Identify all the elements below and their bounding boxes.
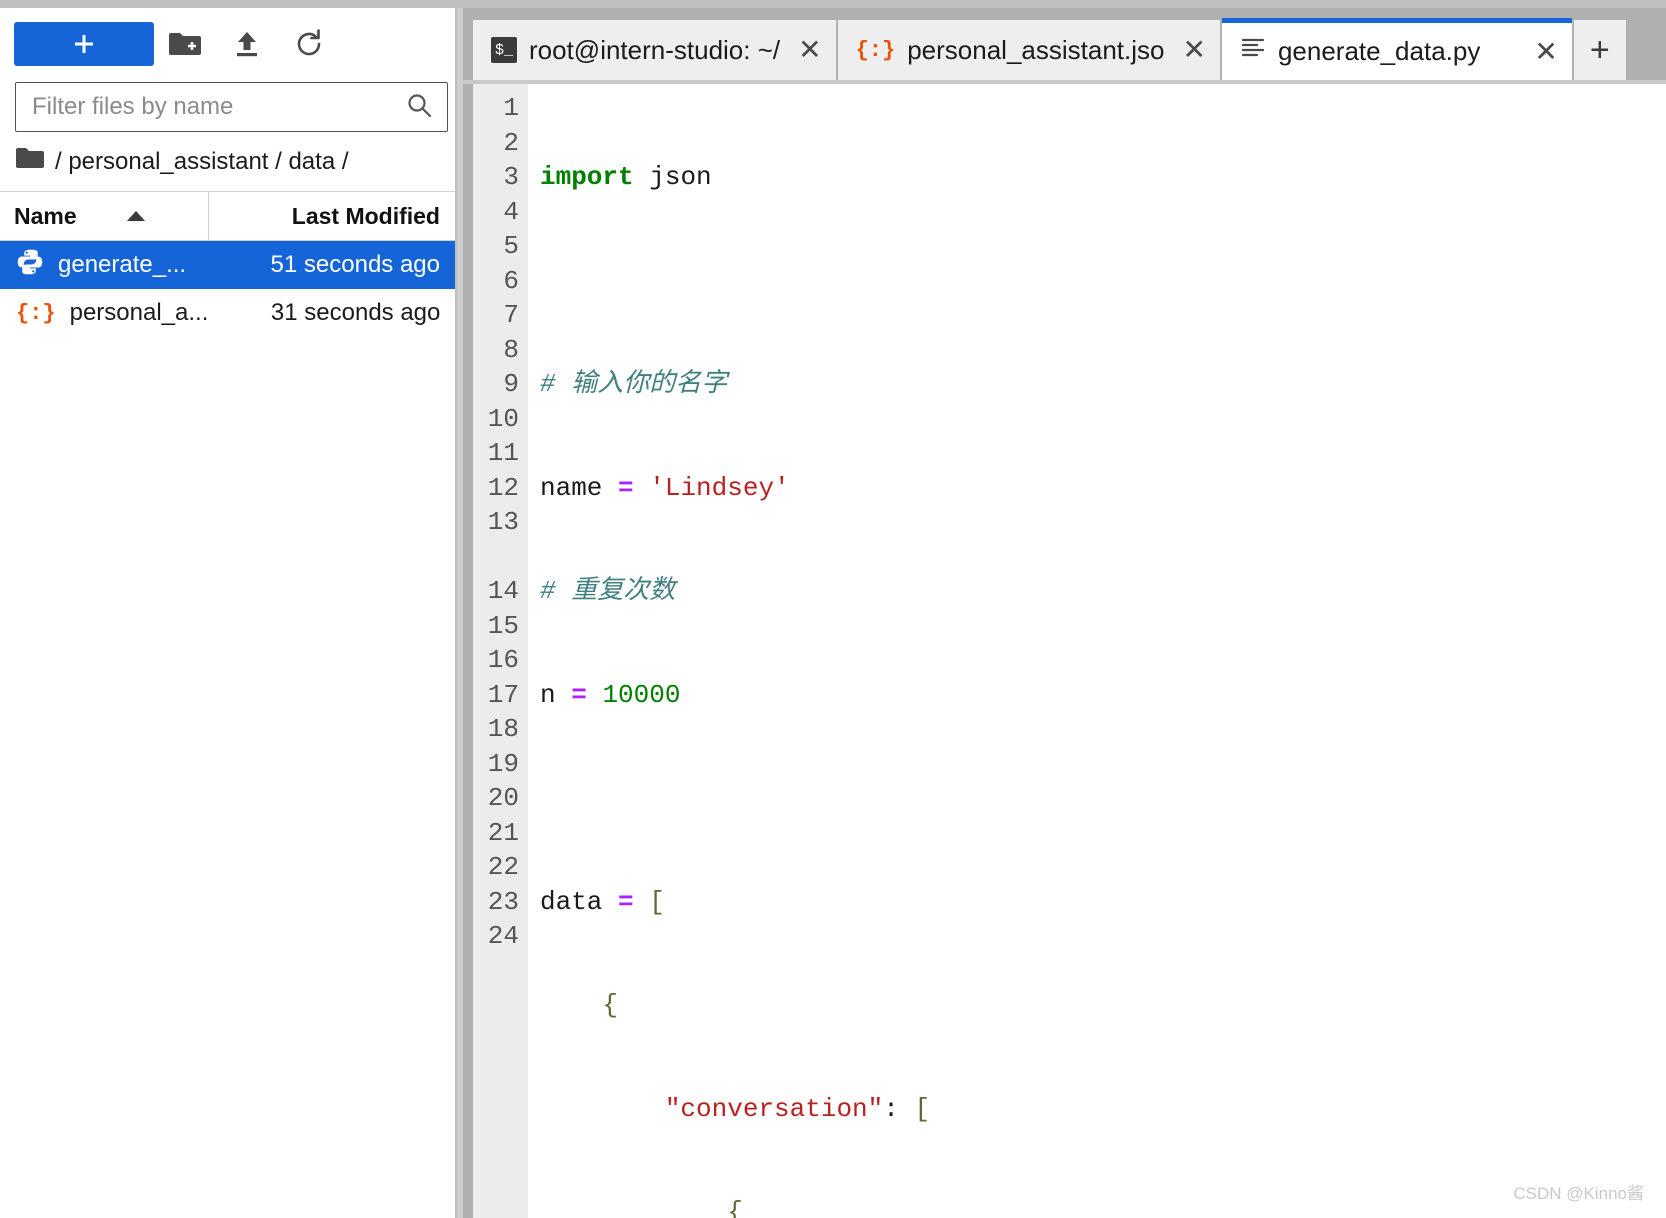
sort-ascending-caret-icon (126, 211, 145, 221)
line-number: 12 (487, 472, 519, 503)
text-lines-icon (1240, 35, 1266, 68)
refresh-button[interactable] (278, 22, 340, 66)
line-number: 2 (503, 127, 519, 158)
search-icon (405, 91, 433, 124)
tab-label: personal_assistant.jso (907, 34, 1165, 65)
breadcrumb-path[interactable]: / personal_assistant / data / (55, 148, 349, 176)
column-header-name[interactable]: Name (0, 192, 208, 240)
line-number: 20 (487, 783, 519, 813)
folder-icon (15, 146, 45, 177)
new-launcher-button[interactable] (14, 22, 154, 66)
plus-icon (71, 31, 97, 57)
line-number: 13 (487, 507, 519, 537)
close-icon[interactable]: ✕ (798, 36, 821, 64)
file-modified-label: 51 seconds ago (270, 251, 440, 278)
watermark: CSDN @Kinno酱 (1513, 1184, 1644, 1203)
line-number: 21 (487, 817, 519, 848)
filter-files-box[interactable] (15, 82, 448, 132)
file-browser-toolbar (0, 8, 463, 72)
code-line: name = 'Lindsey' (540, 472, 790, 503)
tab-bar: $_ root@intern-studio: ~/ ✕ {:} personal… (463, 8, 1666, 80)
line-number: 9 (503, 369, 519, 399)
code-line: { (727, 1197, 743, 1218)
file-list-item-generate-data[interactable]: generate_... 51 seconds ago (0, 241, 463, 289)
code-line: # 重复次数 (540, 576, 676, 606)
file-list-header: Name Last Modified (0, 191, 463, 241)
file-name-cell: {:} personal_a... (0, 299, 208, 327)
window-body: / personal_assistant / data / Name Last … (0, 8, 1666, 1218)
line-number: 8 (503, 334, 519, 365)
upload-button[interactable] (216, 22, 278, 66)
editor-left-rule (463, 81, 473, 1218)
code-content[interactable]: import json # 输入你的名字 name = 'Lindsey' # … (528, 81, 1666, 1218)
json-file-icon: {:} (855, 37, 896, 63)
column-header-name-label: Name (14, 202, 77, 229)
panel-resize-handle[interactable] (455, 8, 463, 1218)
column-header-last-modified[interactable]: Last Modified (208, 192, 463, 240)
panel-divider-line (455, 8, 457, 1218)
python-file-icon (16, 248, 44, 283)
terminal-icon: $_ (491, 37, 517, 63)
line-number: 15 (487, 610, 519, 641)
file-list-item-personal-assistant[interactable]: {:} personal_a... 31 seconds ago (0, 289, 463, 337)
code-line: import json (540, 162, 712, 192)
tab-label: generate_data.py (1277, 36, 1481, 66)
line-number: 10 (487, 403, 519, 434)
tab-generate-data-py[interactable]: generate_data.py ✕ (1221, 18, 1572, 80)
upload-icon (232, 29, 262, 59)
new-folder-button[interactable] (154, 22, 216, 66)
tab-personal-assistant-json[interactable]: {:} personal_assistant.jso ✕ (837, 20, 1220, 80)
line-number: 17 (487, 679, 519, 710)
line-number: 6 (503, 265, 519, 296)
line-number: 5 (503, 231, 519, 261)
breadcrumb[interactable]: / personal_assistant / data / (0, 132, 463, 191)
search-input[interactable] (30, 92, 405, 122)
tab-label: root@intern-studio: ~/ (529, 34, 781, 65)
code-line: { (540, 990, 619, 1020)
file-modified-label: 31 seconds ago (270, 299, 441, 326)
line-number: 11 (487, 438, 519, 468)
line-number-gutter: 1 2 3 4 5 6 7 8 9 10 11 12 13 14 15 16 1 (473, 81, 528, 1218)
column-header-last-modified-label: Last Modified (291, 202, 440, 229)
new-tab-button[interactable]: + (1573, 20, 1626, 80)
jupyterlab-window: / personal_assistant / data / Name Last … (0, 0, 1666, 1218)
code-line: # 输入你的名字 (540, 369, 728, 399)
file-name-cell: generate_... (0, 248, 208, 283)
line-number: 4 (503, 196, 519, 227)
new-folder-icon (168, 30, 202, 58)
line-number: 14 (487, 576, 519, 606)
close-icon[interactable]: ✕ (1182, 36, 1205, 64)
file-list: generate_... 51 seconds ago {:} personal… (0, 241, 463, 1218)
line-number: 22 (487, 852, 519, 882)
code-line: data = [ (540, 886, 665, 917)
file-name-label: generate_... (58, 251, 187, 278)
line-number: 19 (487, 748, 519, 779)
line-number: 24 (487, 921, 519, 951)
code-editor: 1 2 3 4 5 6 7 8 9 10 11 12 13 14 15 16 1 (463, 80, 1666, 1218)
line-number: 16 (487, 645, 519, 675)
line-number: 1 (503, 93, 519, 123)
refresh-icon (293, 28, 325, 60)
tab-terminal[interactable]: $_ root@intern-studio: ~/ ✕ (473, 20, 836, 80)
line-number: 3 (503, 162, 519, 192)
close-icon[interactable]: ✕ (1534, 37, 1557, 66)
code-line: n = 10000 (540, 679, 681, 710)
file-browser-panel: / personal_assistant / data / Name Last … (0, 8, 463, 1218)
code-line: "conversation": [ (664, 1093, 931, 1124)
file-name-label: personal_a... (69, 299, 209, 326)
editor-panel: $_ root@intern-studio: ~/ ✕ {:} personal… (463, 8, 1666, 1218)
line-number: 23 (487, 886, 519, 917)
line-number: 7 (503, 300, 519, 330)
json-file-icon: {:} (16, 300, 56, 326)
line-number: 18 (487, 714, 519, 744)
window-top-strip (0, 0, 1666, 8)
